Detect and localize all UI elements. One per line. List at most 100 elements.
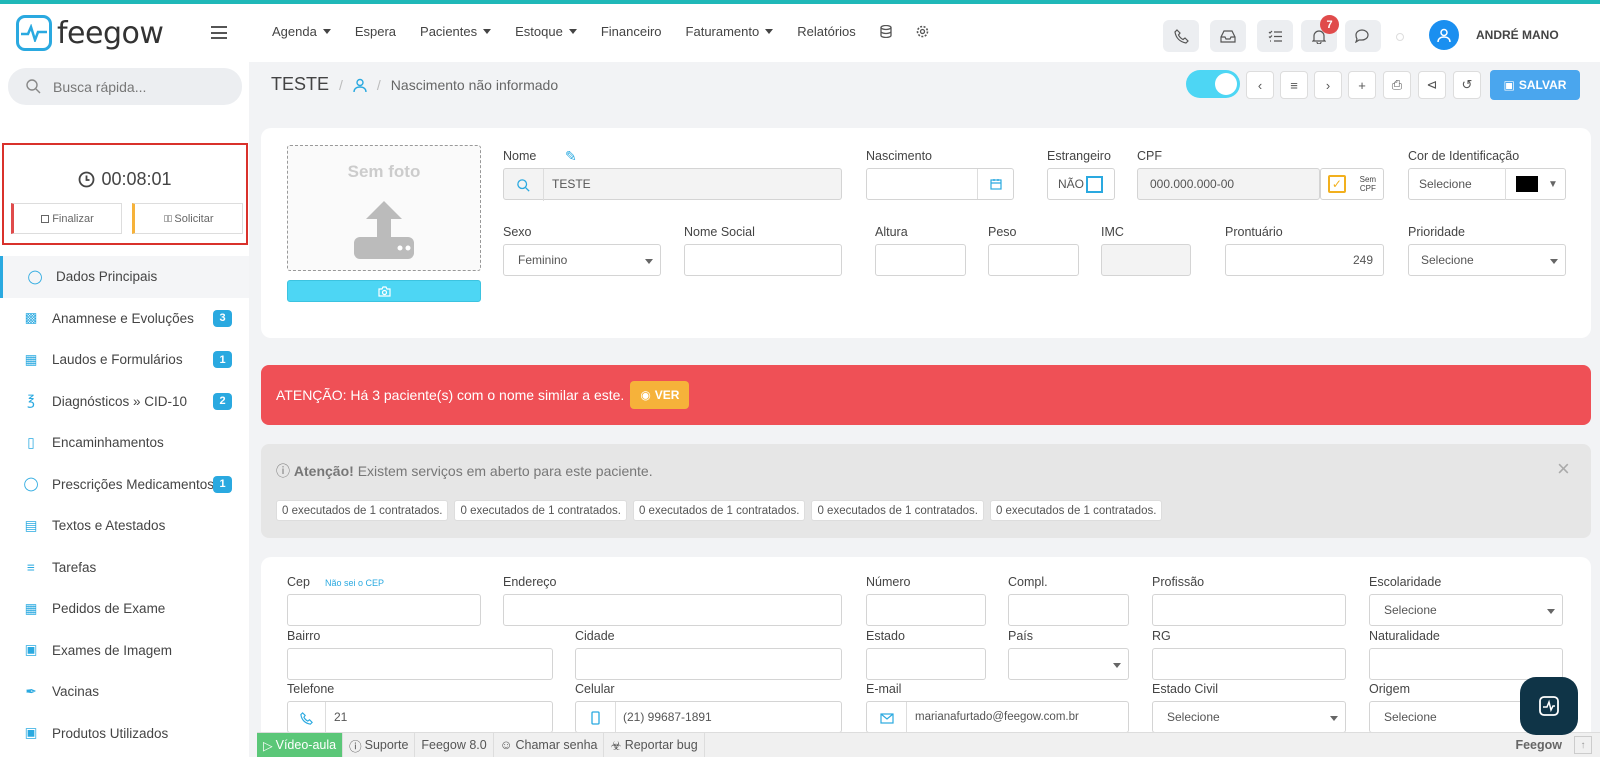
assistant-fab-button[interactable]: [1520, 677, 1578, 735]
sidebar-item-tarefas[interactable]: ≡ Tarefas: [0, 547, 249, 589]
count-badge: 1: [213, 351, 232, 369]
sexo-value: Feminino: [518, 253, 568, 267]
prontuario-label: Prontuário: [1225, 225, 1283, 239]
video-aula-button[interactable]: ▷ Vídeo-aula: [257, 732, 344, 757]
close-icon[interactable]: ×: [1557, 456, 1570, 482]
pais-select[interactable]: [1008, 648, 1129, 680]
sidebar-item-dados-principais[interactable]: ◯ Dados Principais: [0, 256, 249, 298]
share-button[interactable]: ⊲: [1418, 71, 1446, 99]
cpf-input[interactable]: 000.000.000-00: [1137, 168, 1320, 200]
sidebar-item-textos[interactable]: ▤ Textos e Atestados: [0, 505, 249, 547]
sidebar-item-label: Anamnese e Evoluções: [52, 310, 194, 326]
service-chip[interactable]: 0 executados de 1 contratados.: [632, 500, 806, 521]
numero-input[interactable]: [866, 594, 986, 626]
nome-input[interactable]: TESTE: [503, 168, 842, 201]
nav-espera[interactable]: Espera: [355, 24, 396, 39]
compl-input[interactable]: [1008, 594, 1129, 626]
photo-upload-area[interactable]: Sem foto: [287, 145, 481, 271]
nascimento-input[interactable]: [866, 168, 1014, 200]
prontuario-input[interactable]: 249: [1225, 244, 1384, 276]
finalizar-button[interactable]: Finalizar: [11, 203, 122, 234]
database-icon[interactable]: [880, 24, 892, 39]
sidebar-item-laudos[interactable]: ▦ Laudos e Formulários 1: [0, 339, 249, 381]
sidebar-item-exames-imagem[interactable]: ▣ Exames de Imagem: [0, 630, 249, 672]
chat-button[interactable]: [1345, 20, 1381, 52]
profissao-label: Profissão: [1152, 575, 1205, 589]
user-name[interactable]: ANDRÉ MANO: [1476, 28, 1559, 42]
service-chip[interactable]: 0 executados de 1 contratados.: [454, 500, 627, 521]
save-button[interactable]: ▣ SALVAR: [1490, 70, 1580, 100]
reportar-bug-button[interactable]: ☣ Reportar bug: [604, 732, 705, 757]
camera-button[interactable]: [287, 280, 481, 302]
bairro-input[interactable]: [287, 648, 553, 680]
cep-help-link[interactable]: Não sei o CEP: [325, 578, 384, 588]
ver-button[interactable]: ◉ VER: [630, 381, 690, 409]
nav-faturamento[interactable]: Faturamento: [686, 24, 774, 39]
cep-label: Cep: [287, 575, 310, 589]
avatar[interactable]: [1429, 20, 1459, 50]
cor-select[interactable]: Selecione ▼: [1408, 168, 1566, 200]
scroll-top-icon[interactable]: ↑: [1574, 736, 1592, 754]
menu-toggle-icon[interactable]: [211, 26, 227, 39]
service-chip[interactable]: 0 executados de 1 contratados.: [811, 500, 984, 521]
sidebar-item-pedidos-exame[interactable]: ▦ Pedidos de Exame: [0, 588, 249, 630]
profissao-input[interactable]: [1152, 594, 1346, 626]
feegow-logo[interactable]: feegow: [16, 15, 164, 51]
video-label: Vídeo-aula: [275, 738, 337, 752]
gear-icon[interactable]: [916, 24, 929, 39]
nav-relatorios[interactable]: Relatórios: [797, 24, 856, 39]
nav-estoque[interactable]: Estoque: [515, 24, 577, 39]
cep-input[interactable]: [287, 594, 481, 626]
celular-input[interactable]: (21) 99687-1891: [575, 701, 842, 734]
quick-search-input[interactable]: Busca rápida...: [8, 68, 242, 105]
rg-input[interactable]: [1152, 648, 1346, 680]
sexo-select[interactable]: Feminino: [503, 244, 661, 276]
sidebar-item-encaminhamentos[interactable]: ▯ Encaminhamentos: [0, 422, 249, 464]
naturalidade-input[interactable]: [1369, 648, 1563, 680]
next-button[interactable]: ›: [1314, 71, 1342, 99]
nav-agenda[interactable]: Agenda: [272, 24, 331, 39]
service-chip[interactable]: 0 executados de 1 contratados.: [276, 500, 449, 521]
history-button[interactable]: ↺: [1453, 71, 1481, 99]
checklist-button[interactable]: [1257, 20, 1293, 52]
endereco-input[interactable]: [503, 594, 842, 626]
calendar-icon[interactable]: [977, 169, 1013, 199]
sidebar-item-vacinas[interactable]: ✒ Vacinas: [0, 671, 249, 713]
service-chip[interactable]: 0 executados de 1 contratados.: [989, 500, 1163, 521]
nav-pacientes[interactable]: Pacientes: [420, 24, 492, 39]
sidebar-item-prescricoes[interactable]: ◯ Prescrições Medicamentos 1: [0, 464, 249, 506]
inbox-button[interactable]: [1210, 20, 1246, 52]
estrangeiro-toggle[interactable]: NÃO: [1047, 168, 1115, 200]
prioridade-select[interactable]: Selecione: [1408, 244, 1566, 276]
sidebar-item-diagnosticos[interactable]: ℥ Diagnósticos » CID-10 2: [0, 381, 249, 423]
email-input[interactable]: marianafurtado@feegow.com.br: [866, 701, 1129, 734]
sidebar-item-label: Encaminhamentos: [52, 435, 164, 451]
sidebar-item-produtos[interactable]: ▣ Produtos Utilizados: [0, 713, 249, 755]
email-value: marianafurtado@feegow.com.br: [915, 711, 1079, 723]
attention-label: Atenção!: [293, 463, 354, 479]
telefone-input[interactable]: 21: [287, 701, 553, 734]
add-button[interactable]: +: [1348, 71, 1376, 99]
chamar-senha-button[interactable]: ☺ Chamar senha: [494, 732, 605, 757]
escolaridade-select[interactable]: Selecione: [1369, 594, 1563, 626]
estado-input[interactable]: [866, 648, 986, 680]
suporte-button[interactable]: ⓘ Suporte: [343, 732, 416, 757]
patient-active-toggle[interactable]: [1186, 70, 1240, 98]
nav-financeiro[interactable]: Financeiro: [601, 24, 662, 39]
list-button[interactable]: ≡: [1280, 71, 1308, 99]
box-icon: ▣: [24, 725, 38, 741]
altura-input[interactable]: [875, 244, 966, 276]
previous-button[interactable]: ‹: [1246, 71, 1274, 99]
peso-input[interactable]: [988, 244, 1079, 276]
clock-icon: [79, 171, 95, 188]
edit-icon[interactable]: ✎: [565, 148, 577, 165]
sem-cpf-toggle[interactable]: ✓ Sem CPF: [1320, 168, 1384, 200]
cidade-input[interactable]: [575, 648, 842, 680]
nome-social-input[interactable]: [684, 244, 842, 276]
print-button[interactable]: ⎙: [1383, 71, 1411, 99]
solicitar-button[interactable]: ▯▯ Solicitar: [132, 203, 243, 234]
phone-button[interactable]: [1163, 20, 1199, 52]
sidebar-item-anamnese[interactable]: ▩ Anamnese e Evoluções 3: [0, 298, 249, 340]
estado-civil-select[interactable]: Selecione: [1152, 701, 1346, 733]
main-nav: Agenda Espera Pacientes Estoque Financei…: [272, 24, 929, 39]
